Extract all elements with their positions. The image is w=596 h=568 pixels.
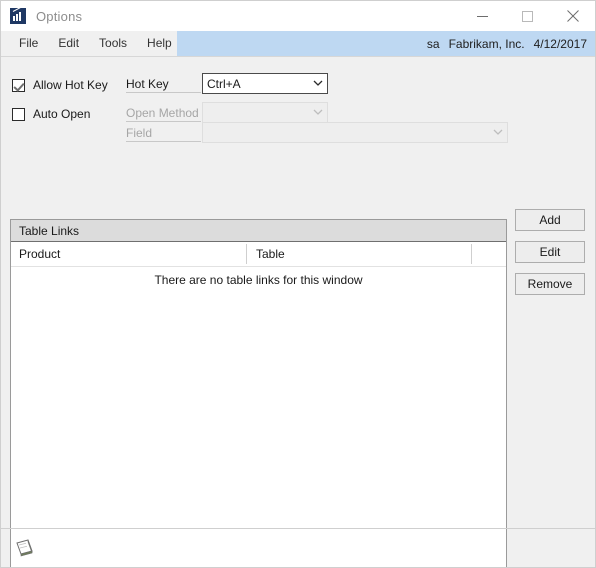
field-combo[interactable]	[202, 122, 508, 143]
auto-open-row[interactable]: Auto Open	[12, 107, 90, 121]
hot-key-combo[interactable]: Ctrl+A	[202, 73, 328, 94]
allow-hot-key-checkbox[interactable]	[12, 78, 25, 92]
status-user: sa	[426, 36, 440, 51]
chevron-down-icon[interactable]	[309, 80, 327, 87]
menu-item-help[interactable]: Help	[137, 31, 182, 56]
add-button[interactable]: Add	[515, 209, 585, 231]
note-icon[interactable]	[13, 537, 35, 559]
status-company: Fabrikam, Inc.	[448, 36, 525, 51]
status-band: sa Fabrikam, Inc. 4/12/2017	[177, 31, 595, 56]
auto-open-label: Auto Open	[33, 107, 91, 121]
field-label: Field	[126, 126, 201, 142]
table-links-title: Table Links	[11, 220, 506, 242]
status-date: 4/12/2017	[533, 36, 587, 51]
column-separator[interactable]	[471, 244, 472, 264]
menu-bar: File Edit Tools Help sa Fabrikam, Inc. 4…	[1, 31, 595, 57]
hot-key-label: Hot Key	[126, 77, 201, 93]
column-separator[interactable]	[246, 244, 247, 264]
column-header-table[interactable]: Table	[256, 247, 285, 261]
hot-key-value: Ctrl+A	[207, 76, 241, 91]
table-links-empty-message: There are no table links for this window	[154, 273, 363, 287]
title-bar: Options	[1, 1, 595, 31]
chart-app-icon	[10, 6, 26, 24]
chevron-down-icon[interactable]	[309, 109, 327, 116]
close-icon[interactable]	[550, 1, 595, 31]
menu-item-file[interactable]: File	[9, 31, 48, 56]
menu-items: File Edit Tools Help	[1, 31, 182, 56]
maximize-icon[interactable]	[505, 1, 550, 31]
client-area: Allow Hot Key Auto Open Hot Key Ctrl+A O…	[1, 57, 595, 567]
window-controls	[460, 1, 595, 31]
menu-item-edit[interactable]: Edit	[48, 31, 89, 56]
open-method-label: Open Method	[126, 106, 201, 122]
footer-divider	[1, 528, 595, 529]
edit-button[interactable]: Edit	[515, 241, 585, 263]
table-links-group: Table Links Product Table There are no t…	[10, 219, 507, 567]
open-method-combo[interactable]	[202, 102, 328, 123]
window-title: Options	[36, 8, 83, 24]
table-links-column-header: Product Table	[11, 242, 506, 267]
allow-hot-key-row[interactable]: Allow Hot Key	[12, 78, 108, 92]
column-header-product[interactable]: Product	[19, 247, 60, 261]
minimize-icon[interactable]	[460, 1, 505, 31]
allow-hot-key-label: Allow Hot Key	[33, 78, 108, 92]
chevron-down-icon[interactable]	[489, 129, 507, 136]
remove-button[interactable]: Remove	[515, 273, 585, 295]
auto-open-checkbox[interactable]	[12, 107, 25, 121]
menu-item-tools[interactable]: Tools	[89, 31, 137, 56]
options-window: Options File Edit Tools Help sa Fabrikam…	[0, 0, 596, 568]
